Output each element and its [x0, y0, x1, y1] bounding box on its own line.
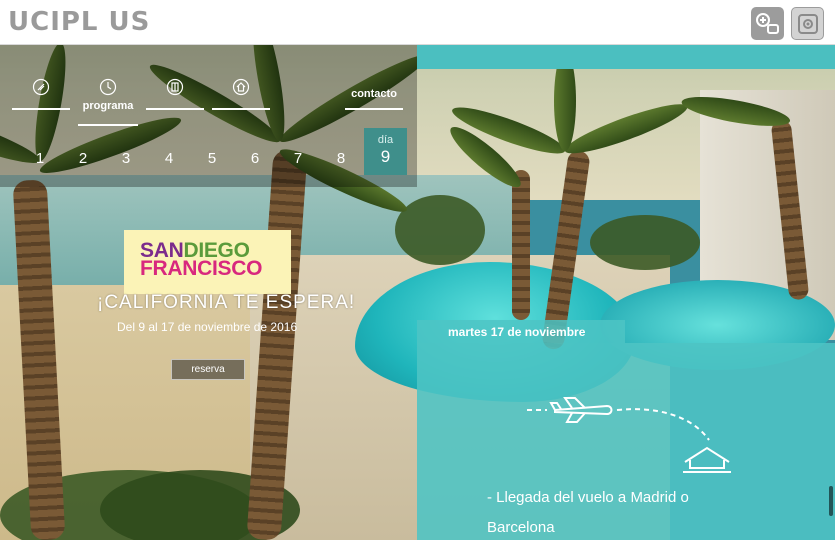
day-3[interactable]: 3 — [116, 150, 136, 167]
hero-tagline: ¡CALIFORNIA TE ESPERA! — [97, 292, 356, 313]
nav-item-home[interactable] — [212, 78, 270, 110]
nav-item-hotel[interactable] — [146, 78, 204, 110]
itinerary-text: - Llegada del vuelo a Madrid o Barcelona — [487, 489, 689, 536]
nav-item-contacto[interactable]: contacto — [345, 78, 403, 110]
nav-label-contacto: contacto — [351, 88, 397, 100]
itinerary-date: martes 17 de noviembre — [448, 325, 586, 339]
badge-line-2: FRANCISCO — [140, 257, 263, 280]
day-6[interactable]: 6 — [245, 150, 265, 167]
nav-underline — [345, 108, 403, 110]
day-1[interactable]: 1 — [30, 150, 50, 167]
nav-underline — [78, 124, 138, 126]
day-4[interactable]: 4 — [159, 150, 179, 167]
plane-icon — [32, 78, 50, 96]
home-icon — [232, 78, 250, 96]
day-7[interactable]: 7 — [288, 150, 308, 167]
day-selector: 1 2 3 4 5 6 7 8 — [0, 150, 417, 178]
flight-path-graphic — [527, 397, 731, 473]
day-label: día — [377, 134, 394, 146]
nav-label-programa: programa — [82, 100, 134, 112]
nav-underline — [212, 108, 270, 110]
accessibility-icon[interactable] — [751, 7, 784, 40]
nav-item-plane[interactable] — [12, 78, 70, 110]
nav-item-programa[interactable]: programa — [78, 78, 138, 126]
day-5[interactable]: 5 — [202, 150, 222, 167]
destination-badge: SANDIEGO FRANCISCO — [124, 230, 291, 294]
itinerary-panel: martes 17 de noviembre - Llegada del vue… — [417, 320, 835, 540]
header-accent-strip — [417, 45, 835, 69]
reserve-button[interactable]: reserva — [171, 359, 245, 380]
day-2[interactable]: 2 — [73, 150, 93, 167]
nav-underline — [12, 108, 70, 110]
settings-icon[interactable] — [791, 7, 824, 40]
logo[interactable]: UCIPL US — [8, 7, 150, 37]
bush — [590, 215, 700, 270]
bush — [395, 195, 485, 265]
palm-trunk — [512, 170, 530, 320]
nav-panel: programa contacto 1 2 3 4 5 6 7 8 día 9 — [0, 45, 417, 187]
plane-icon — [549, 397, 613, 423]
nav-underline — [146, 108, 204, 110]
day-9: 9 — [380, 147, 391, 166]
top-bar: UCIPL US — [0, 0, 835, 45]
hero-dates: Del 9 al 17 de noviembre de 2016 — [117, 320, 298, 334]
clock-icon — [99, 78, 117, 96]
day-9-selected[interactable]: día 9 — [364, 128, 407, 175]
day-8[interactable]: 8 — [331, 150, 351, 167]
house-icon — [683, 446, 731, 473]
itinerary-header: martes 17 de noviembre — [417, 320, 625, 343]
scrollbar[interactable] — [829, 486, 833, 516]
hotel-icon — [166, 78, 184, 96]
